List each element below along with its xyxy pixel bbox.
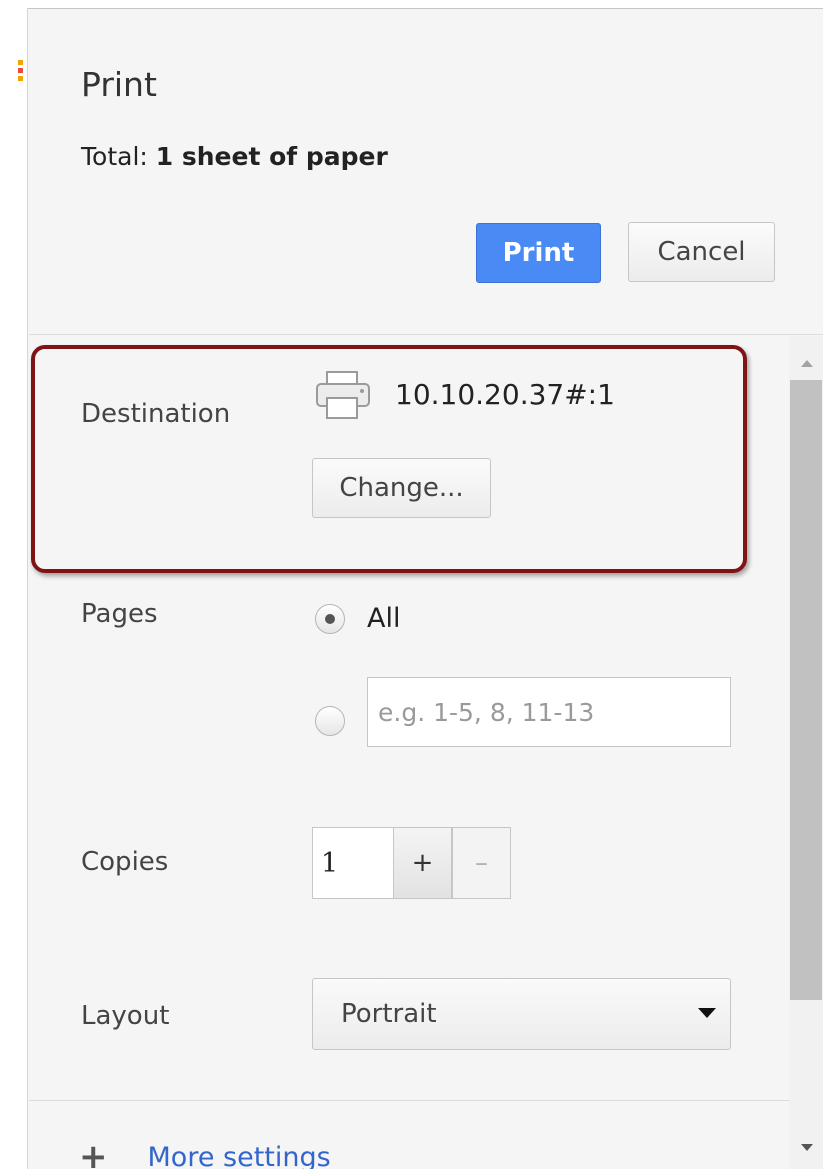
total-value: 1 sheet of paper: [155, 142, 388, 171]
copies-label: Copies: [81, 847, 169, 877]
scroll-down-arrow-icon[interactable]: [801, 1144, 813, 1151]
total-summary: Total: 1 sheet of paper: [81, 142, 388, 171]
more-settings-label: More settings: [147, 1141, 331, 1169]
print-header: Print Total: 1 sheet of paper Print Canc…: [29, 9, 823, 335]
scroll-up-arrow-icon[interactable]: [801, 360, 813, 367]
printer-icon: [316, 371, 370, 419]
pages-custom-radio[interactable]: [315, 706, 345, 736]
expand-plus-icon: +: [79, 1137, 108, 1169]
copies-increment-button[interactable]: +: [393, 827, 452, 899]
copies-decrement-button[interactable]: –: [452, 827, 511, 899]
settings-scrollbar[interactable]: [789, 336, 823, 1169]
pages-all-radio[interactable]: [315, 604, 345, 634]
edge-mark: [18, 76, 23, 81]
scrollbar-thumb[interactable]: [790, 380, 822, 1000]
total-label: Total:: [81, 142, 148, 171]
background-page-edge: [10, 8, 28, 1169]
pages-range-input[interactable]: [367, 677, 731, 747]
chevron-down-icon: [698, 1008, 716, 1018]
dialog-title: Print: [81, 65, 157, 104]
background-page-marks: [18, 60, 24, 96]
layout-label: Layout: [81, 1001, 170, 1031]
edge-mark: [18, 68, 23, 73]
pages-all-label: All: [367, 603, 401, 634]
cancel-button[interactable]: Cancel: [628, 222, 775, 282]
layout-selected-value: Portrait: [341, 999, 437, 1029]
section-divider: [29, 1100, 789, 1101]
pages-label: Pages: [81, 599, 158, 629]
print-dialog-panel: Print Total: 1 sheet of paper Print Canc…: [29, 9, 823, 1169]
copies-input[interactable]: [312, 827, 394, 899]
edge-mark: [18, 60, 23, 65]
destination-printer-name: 10.10.20.37#:1: [395, 378, 615, 411]
more-settings-link[interactable]: + More settings: [79, 1137, 331, 1169]
layout-select[interactable]: Portrait: [312, 978, 731, 1050]
change-destination-button[interactable]: Change...: [312, 458, 491, 518]
destination-label: Destination: [81, 399, 231, 429]
print-button[interactable]: Print: [476, 223, 601, 283]
